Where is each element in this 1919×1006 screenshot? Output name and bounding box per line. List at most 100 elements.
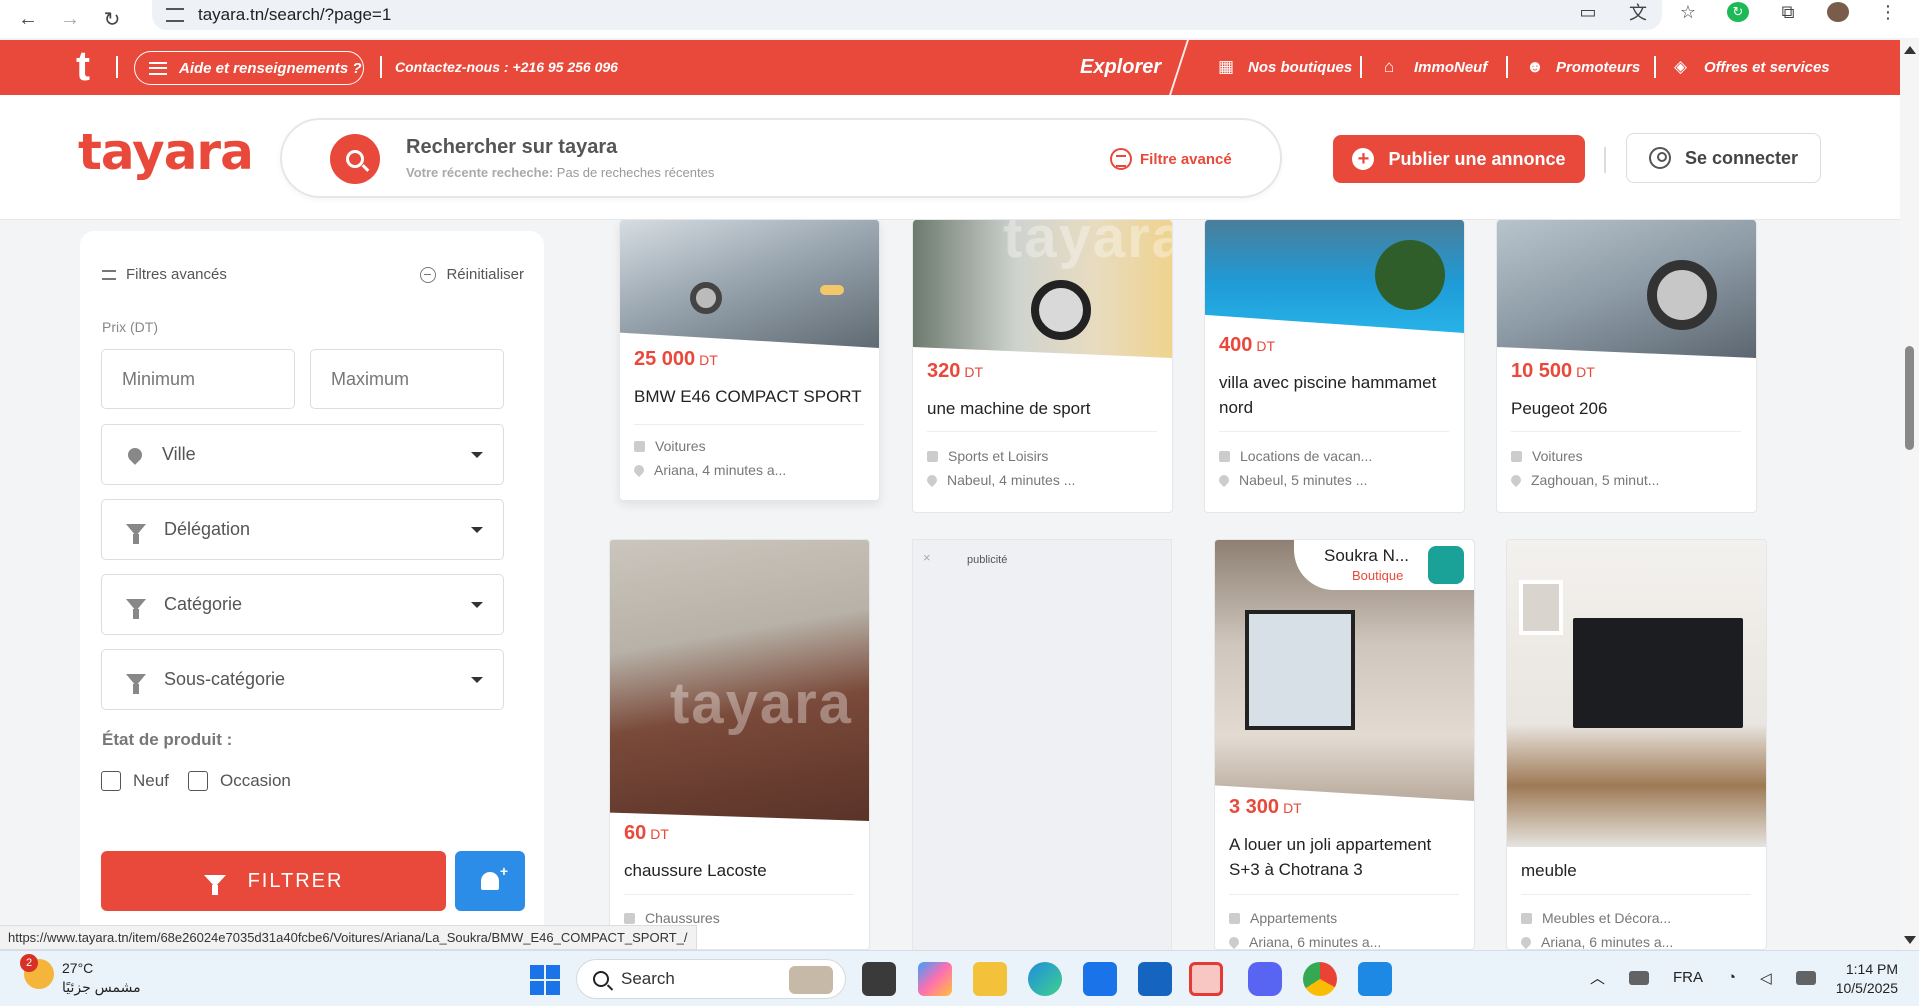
search-bar[interactable]: Rechercher sur tayara Votre récente rech… (280, 118, 1282, 198)
checkbox[interactable] (101, 771, 121, 791)
publish-label: Publier une annonce (1388, 148, 1566, 169)
category-icon (1511, 450, 1522, 462)
nav-offres[interactable]: ◈ Offres et services (1674, 58, 1830, 76)
site-info-icon[interactable] (166, 8, 184, 22)
nav-boutiques-label: Nos boutiques (1248, 58, 1353, 76)
listing-title: Peugeot 206 (1511, 399, 1608, 418)
login-button[interactable]: Se connecter (1626, 133, 1821, 183)
task-view-icon[interactable] (862, 962, 896, 996)
reload-icon[interactable]: ↻ (98, 5, 126, 33)
weather-condition: مشمس جزئيًا (62, 979, 141, 995)
publish-ad-button[interactable]: + Publier une annonce (1333, 135, 1585, 183)
language-indicator[interactable]: FRA (1673, 969, 1703, 986)
condition-neuf-checkbox[interactable]: Neuf (101, 771, 169, 791)
install-app-icon[interactable]: ▭ (1577, 2, 1599, 22)
nav-promoteurs[interactable]: ☻ Promoteurs (1526, 58, 1640, 76)
bookmark-star-icon[interactable]: ☆ (1677, 2, 1699, 22)
listing-category: Voitures (1511, 448, 1583, 464)
profile-avatar[interactable] (1827, 2, 1849, 22)
listing-card[interactable]: meuble Meubles et Décora... Ariana, 6 mi… (1506, 539, 1767, 950)
back-icon[interactable]: ← (14, 5, 42, 33)
page-scrollbar[interactable] (1900, 40, 1919, 950)
condition-occasion-checkbox[interactable]: Occasion (188, 771, 291, 791)
opera-icon[interactable] (1189, 962, 1223, 996)
app-icon[interactable] (1138, 962, 1172, 996)
contact-text[interactable]: Contactez-nous : +216 95 256 096 (395, 59, 618, 75)
scroll-up-icon[interactable] (1904, 46, 1916, 54)
listing-card[interactable]: tayara 320 DT une machine de sport Sports… (912, 220, 1173, 513)
category-select[interactable]: Catégorie (101, 574, 504, 635)
search-button[interactable] (330, 134, 380, 184)
delegation-select[interactable]: Délégation (101, 499, 504, 560)
listing-category: Voitures (634, 438, 706, 454)
address-bar[interactable]: tayara.tn/search/?page=1 (152, 0, 1662, 30)
taskbar-search-label: Search (621, 969, 675, 988)
ad-slot: × publicité (912, 539, 1172, 959)
reset-button[interactable]: Réinitialiser (420, 266, 524, 283)
listing-card[interactable]: 25 000 DT BMW E46 COMPACT SPORT Voitures … (619, 220, 880, 501)
weather-text: 27°C مشمس جزئيًا (62, 959, 141, 997)
date: 10/5/2025 (1835, 980, 1898, 996)
close-icon[interactable]: × (923, 550, 931, 565)
extensions-puzzle-icon[interactable]: ⧉ (1777, 2, 1799, 22)
listing-card[interactable]: tayara 60 DT chaussure Lacoste Chaussures (609, 539, 870, 950)
advanced-filter-button[interactable]: Filtre avancé (1110, 148, 1232, 170)
translate-icon[interactable]: 文 (1627, 2, 1649, 23)
filters-heading: Filtres avancés (102, 266, 227, 283)
location-pin-icon (125, 444, 145, 465)
city-select[interactable]: Ville (101, 424, 504, 485)
listing-card[interactable]: 10 500 DT Peugeot 206 Voitures Zaghouan, … (1496, 220, 1757, 513)
help-button[interactable]: Aide et renseignements ? (134, 51, 364, 85)
listing-category: Chaussures (624, 910, 720, 926)
shop-name: Soukra N... (1324, 546, 1410, 565)
windows-start-icon[interactable] (530, 965, 560, 995)
onedrive-icon[interactable] (1629, 970, 1650, 985)
extension-icon[interactable]: ↻ (1727, 2, 1749, 22)
system-tray: ︿ FRA ◔ ◁ (1590, 967, 1816, 988)
volume-icon[interactable]: ◁ (1760, 969, 1772, 987)
weather-widget[interactable]: 2 27°C مشمس جزئيًا (20, 954, 141, 997)
divider (1604, 147, 1606, 173)
divider (1229, 894, 1459, 895)
search-input[interactable]: Rechercher sur tayara (406, 136, 617, 159)
chevron-up-icon[interactable]: ︿ (1590, 967, 1605, 988)
listing-category: Appartements (1229, 910, 1337, 926)
copilot-icon[interactable] (918, 962, 952, 996)
shop-logo-icon (1428, 546, 1464, 584)
subcategory-select[interactable]: Sous-catégorie (101, 649, 504, 710)
listing-image: tayara (610, 540, 869, 821)
discord-icon[interactable] (1248, 962, 1282, 996)
forward-icon[interactable]: → (56, 5, 84, 33)
battery-icon[interactable] (1795, 970, 1816, 985)
search-icon (346, 150, 364, 168)
explorer-link[interactable]: Explorer (1080, 56, 1161, 79)
clock[interactable]: 1:14 PM 10/5/2025 (1828, 960, 1898, 998)
listing-title: villa avec piscine hammamet nord (1219, 373, 1437, 417)
store-icon[interactable] (1083, 962, 1117, 996)
checkbox[interactable] (188, 771, 208, 791)
listing-category: Meubles et Décora... (1521, 910, 1671, 926)
divider (624, 894, 854, 895)
alert-button[interactable] (455, 851, 525, 911)
tayara-t-logo[interactable]: t (76, 45, 90, 87)
tayara-logo[interactable]: tayara (78, 123, 254, 181)
edge-icon[interactable] (1028, 962, 1062, 996)
filter-button[interactable]: FILTRER (101, 851, 446, 911)
price-max-input[interactable]: Maximum (310, 349, 504, 409)
chrome-icon[interactable] (1303, 962, 1337, 996)
listing-card[interactable]: 400 DT villa avec piscine hammamet nord L… (1204, 220, 1465, 513)
vscode-icon[interactable] (1358, 962, 1392, 996)
scroll-down-icon[interactable] (1904, 936, 1916, 944)
nav-boutiques[interactable]: ▦ Nos boutiques (1218, 58, 1352, 76)
window-shape (1245, 610, 1355, 730)
browser-toolbar: ← → ↻ tayara.tn/search/?page=1 ▭ 文 ☆ ↻ ⧉… (0, 0, 1919, 38)
wifi-icon[interactable]: ◔ (1727, 969, 1736, 986)
listing-card[interactable]: Soukra N... Boutique 3 300 DT A louer un … (1214, 539, 1475, 950)
scroll-thumb[interactable] (1905, 346, 1914, 450)
price-min-input[interactable]: Minimum (101, 349, 295, 409)
menu-icon[interactable]: ⋮ (1877, 2, 1899, 22)
nav-immoneuf[interactable]: ⌂ ImmoNeuf (1384, 58, 1487, 76)
file-explorer-icon[interactable] (973, 962, 1007, 996)
shop-badge[interactable]: Soukra N... Boutique (1294, 540, 1474, 590)
taskbar-search[interactable]: Search (576, 959, 846, 999)
